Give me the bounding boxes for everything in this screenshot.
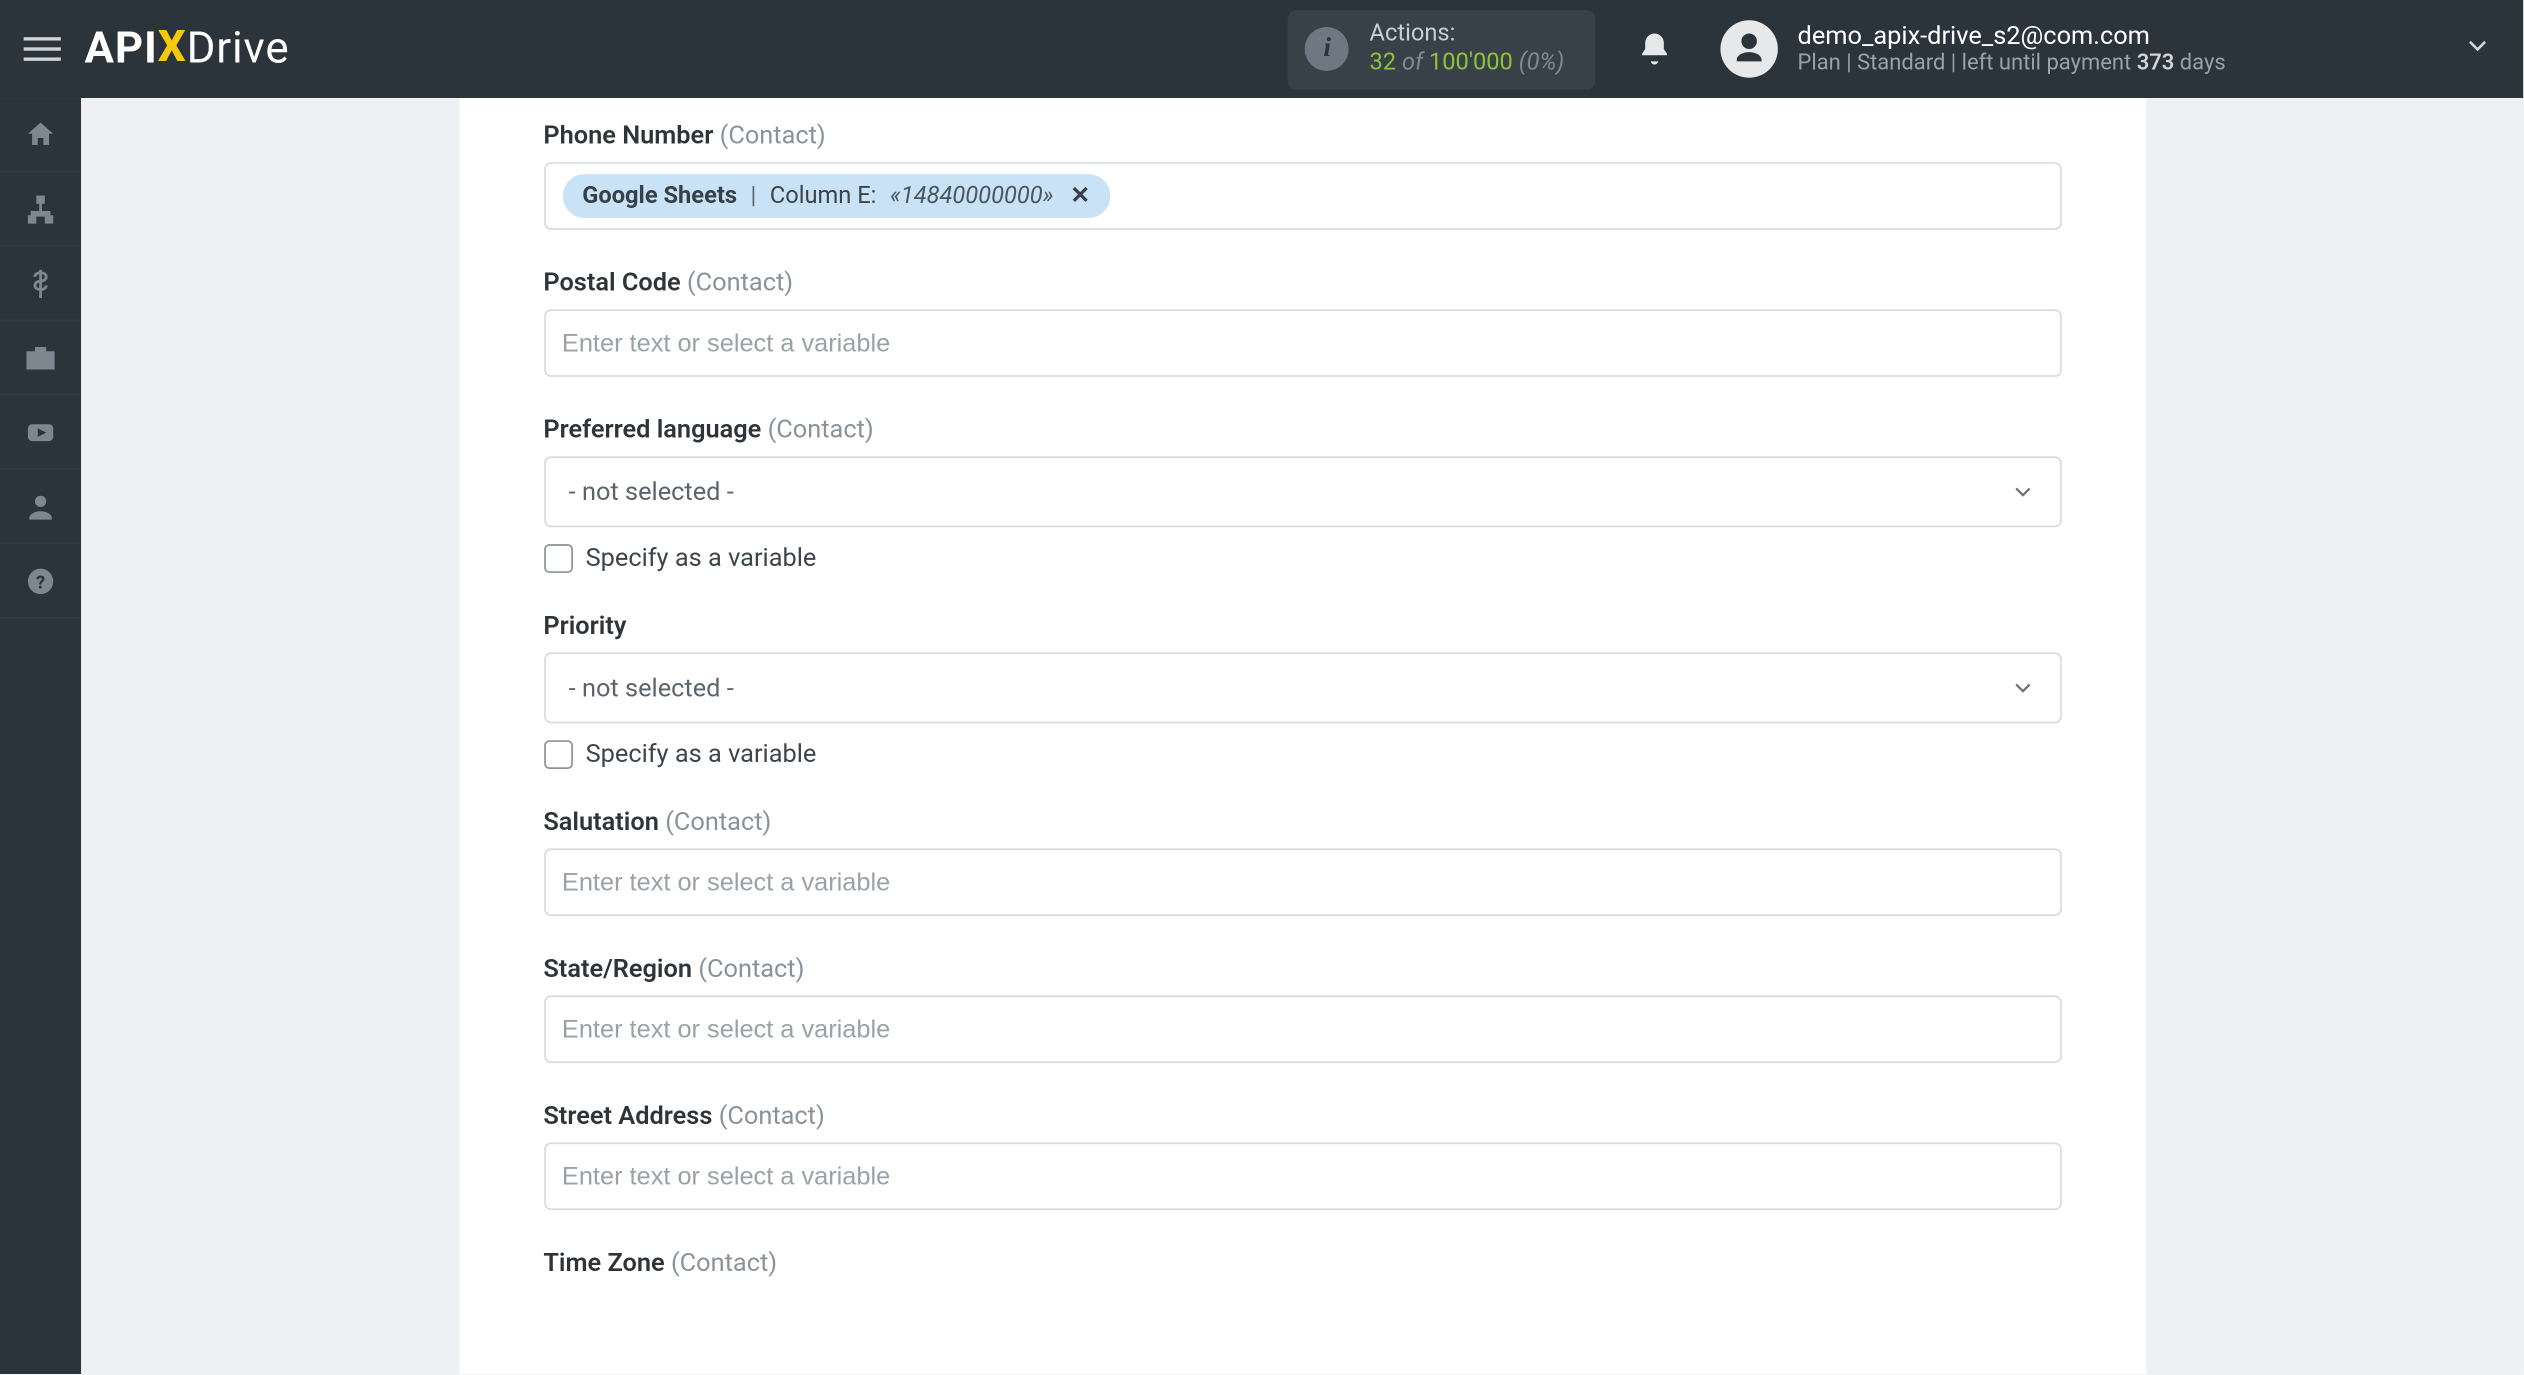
sidebar: ? [0,98,81,1374]
field-hint: (Contact) [665,806,771,836]
variable-chip[interactable]: Google Sheets | Column E: «14840000000» … [562,174,1111,218]
salutation-input-wrap[interactable] [543,848,2061,916]
actions-used: 32 [1370,49,1397,76]
page-body: Phone Number (Contact) Google Sheets | C… [81,98,2523,1374]
field-label: Preferred language [543,414,761,444]
field-hint: (Contact) [720,120,826,150]
sidebar-item-briefcase[interactable] [0,321,81,395]
field-state-region: State/Region (Contact) [543,953,2061,1063]
state-region-input-wrap[interactable] [543,995,2061,1063]
field-salutation: Salutation (Contact) [543,806,2061,916]
dollar-icon [24,266,58,300]
preferred-language-variable-checkbox[interactable] [543,543,572,572]
field-label: Time Zone [543,1247,664,1277]
field-postal-code: Postal Code (Contact) [543,267,2061,377]
checkbox-label: Specify as a variable [586,739,817,769]
sidebar-item-billing[interactable] [0,247,81,321]
topbar: APIXDrive i Actions: 32 of 100'000 (0%) … [0,0,2523,98]
actions-label: Actions: [1370,19,1565,49]
user-icon [24,489,58,523]
logo-text-api: API [85,24,158,75]
street-address-input-wrap[interactable] [543,1142,2061,1210]
field-label: Salutation [543,806,659,836]
sidebar-item-video[interactable] [0,395,81,469]
actions-pct: (0%) [1519,49,1565,76]
user-plan: Plan | Standard | left until payment 373… [1798,51,2226,78]
select-value: - not selected - [569,477,734,507]
form-panel: Phone Number (Contact) Google Sheets | C… [459,98,2146,1374]
postal-code-input[interactable] [562,319,2042,366]
field-label: Priority [543,610,626,640]
bell-icon[interactable] [1635,30,1672,67]
actions-total: 100'000 [1429,49,1513,76]
field-hint: (Contact) [768,414,874,444]
postal-code-input-wrap[interactable] [543,309,2061,377]
preferred-language-select[interactable]: - not selected - [543,456,2061,527]
field-hint: (Contact) [698,953,804,983]
field-label: Phone Number [543,120,713,150]
user-email: demo_apix-drive_s2@com.com [1798,19,2226,51]
user-menu[interactable]: demo_apix-drive_s2@com.com Plan | Standa… [1720,19,2493,78]
chevron-down-icon [2009,674,2036,701]
logo[interactable]: APIXDrive [85,24,290,75]
field-street-address: Street Address (Contact) [543,1100,2061,1210]
briefcase-icon [24,341,58,375]
field-priority: Priority - not selected - Specify as a v… [543,610,2061,769]
logo-text-drive: Drive [187,24,290,75]
sidebar-item-account[interactable] [0,470,81,544]
hamburger-menu-button[interactable] [17,24,68,75]
sitemap-icon [24,192,58,226]
phone-number-input[interactable]: Google Sheets | Column E: «14840000000» … [543,162,2061,230]
priority-select[interactable]: - not selected - [543,652,2061,723]
field-hint: (Contact) [719,1100,825,1130]
chip-remove-icon[interactable]: ✕ [1070,183,1090,210]
salutation-input[interactable] [562,859,2042,906]
sidebar-item-home[interactable] [0,98,81,172]
field-label: Postal Code [543,267,680,297]
sidebar-item-connections[interactable] [0,172,81,246]
state-region-input[interactable] [562,1006,2042,1053]
user-text: demo_apix-drive_s2@com.com Plan | Standa… [1798,19,2226,78]
field-hint: (Contact) [671,1247,777,1277]
actions-quota-box[interactable]: i Actions: 32 of 100'000 (0%) [1288,9,1594,88]
priority-variable-checkbox[interactable] [543,739,572,768]
field-phone-number: Phone Number (Contact) Google Sheets | C… [543,120,2061,230]
logo-text-x: X [158,22,187,73]
youtube-icon [24,415,58,449]
actions-of: of [1402,49,1429,76]
field-label: State/Region [543,953,692,983]
field-label: Street Address [543,1100,712,1130]
avatar-icon [1720,20,1777,77]
svg-text:?: ? [36,572,45,593]
chevron-down-icon [2462,30,2492,67]
chevron-down-icon [2009,478,2036,505]
sidebar-item-help[interactable]: ? [0,544,81,618]
street-address-input[interactable] [562,1153,2042,1200]
checkbox-label: Specify as a variable [586,542,817,572]
select-value: - not selected - [569,673,734,703]
field-hint: (Contact) [687,267,793,297]
info-icon: i [1305,27,1349,71]
home-icon [24,117,58,151]
field-time-zone: Time Zone (Contact) [543,1247,2061,1277]
field-preferred-language: Preferred language (Contact) - not selec… [543,414,2061,573]
help-icon: ? [24,564,58,598]
